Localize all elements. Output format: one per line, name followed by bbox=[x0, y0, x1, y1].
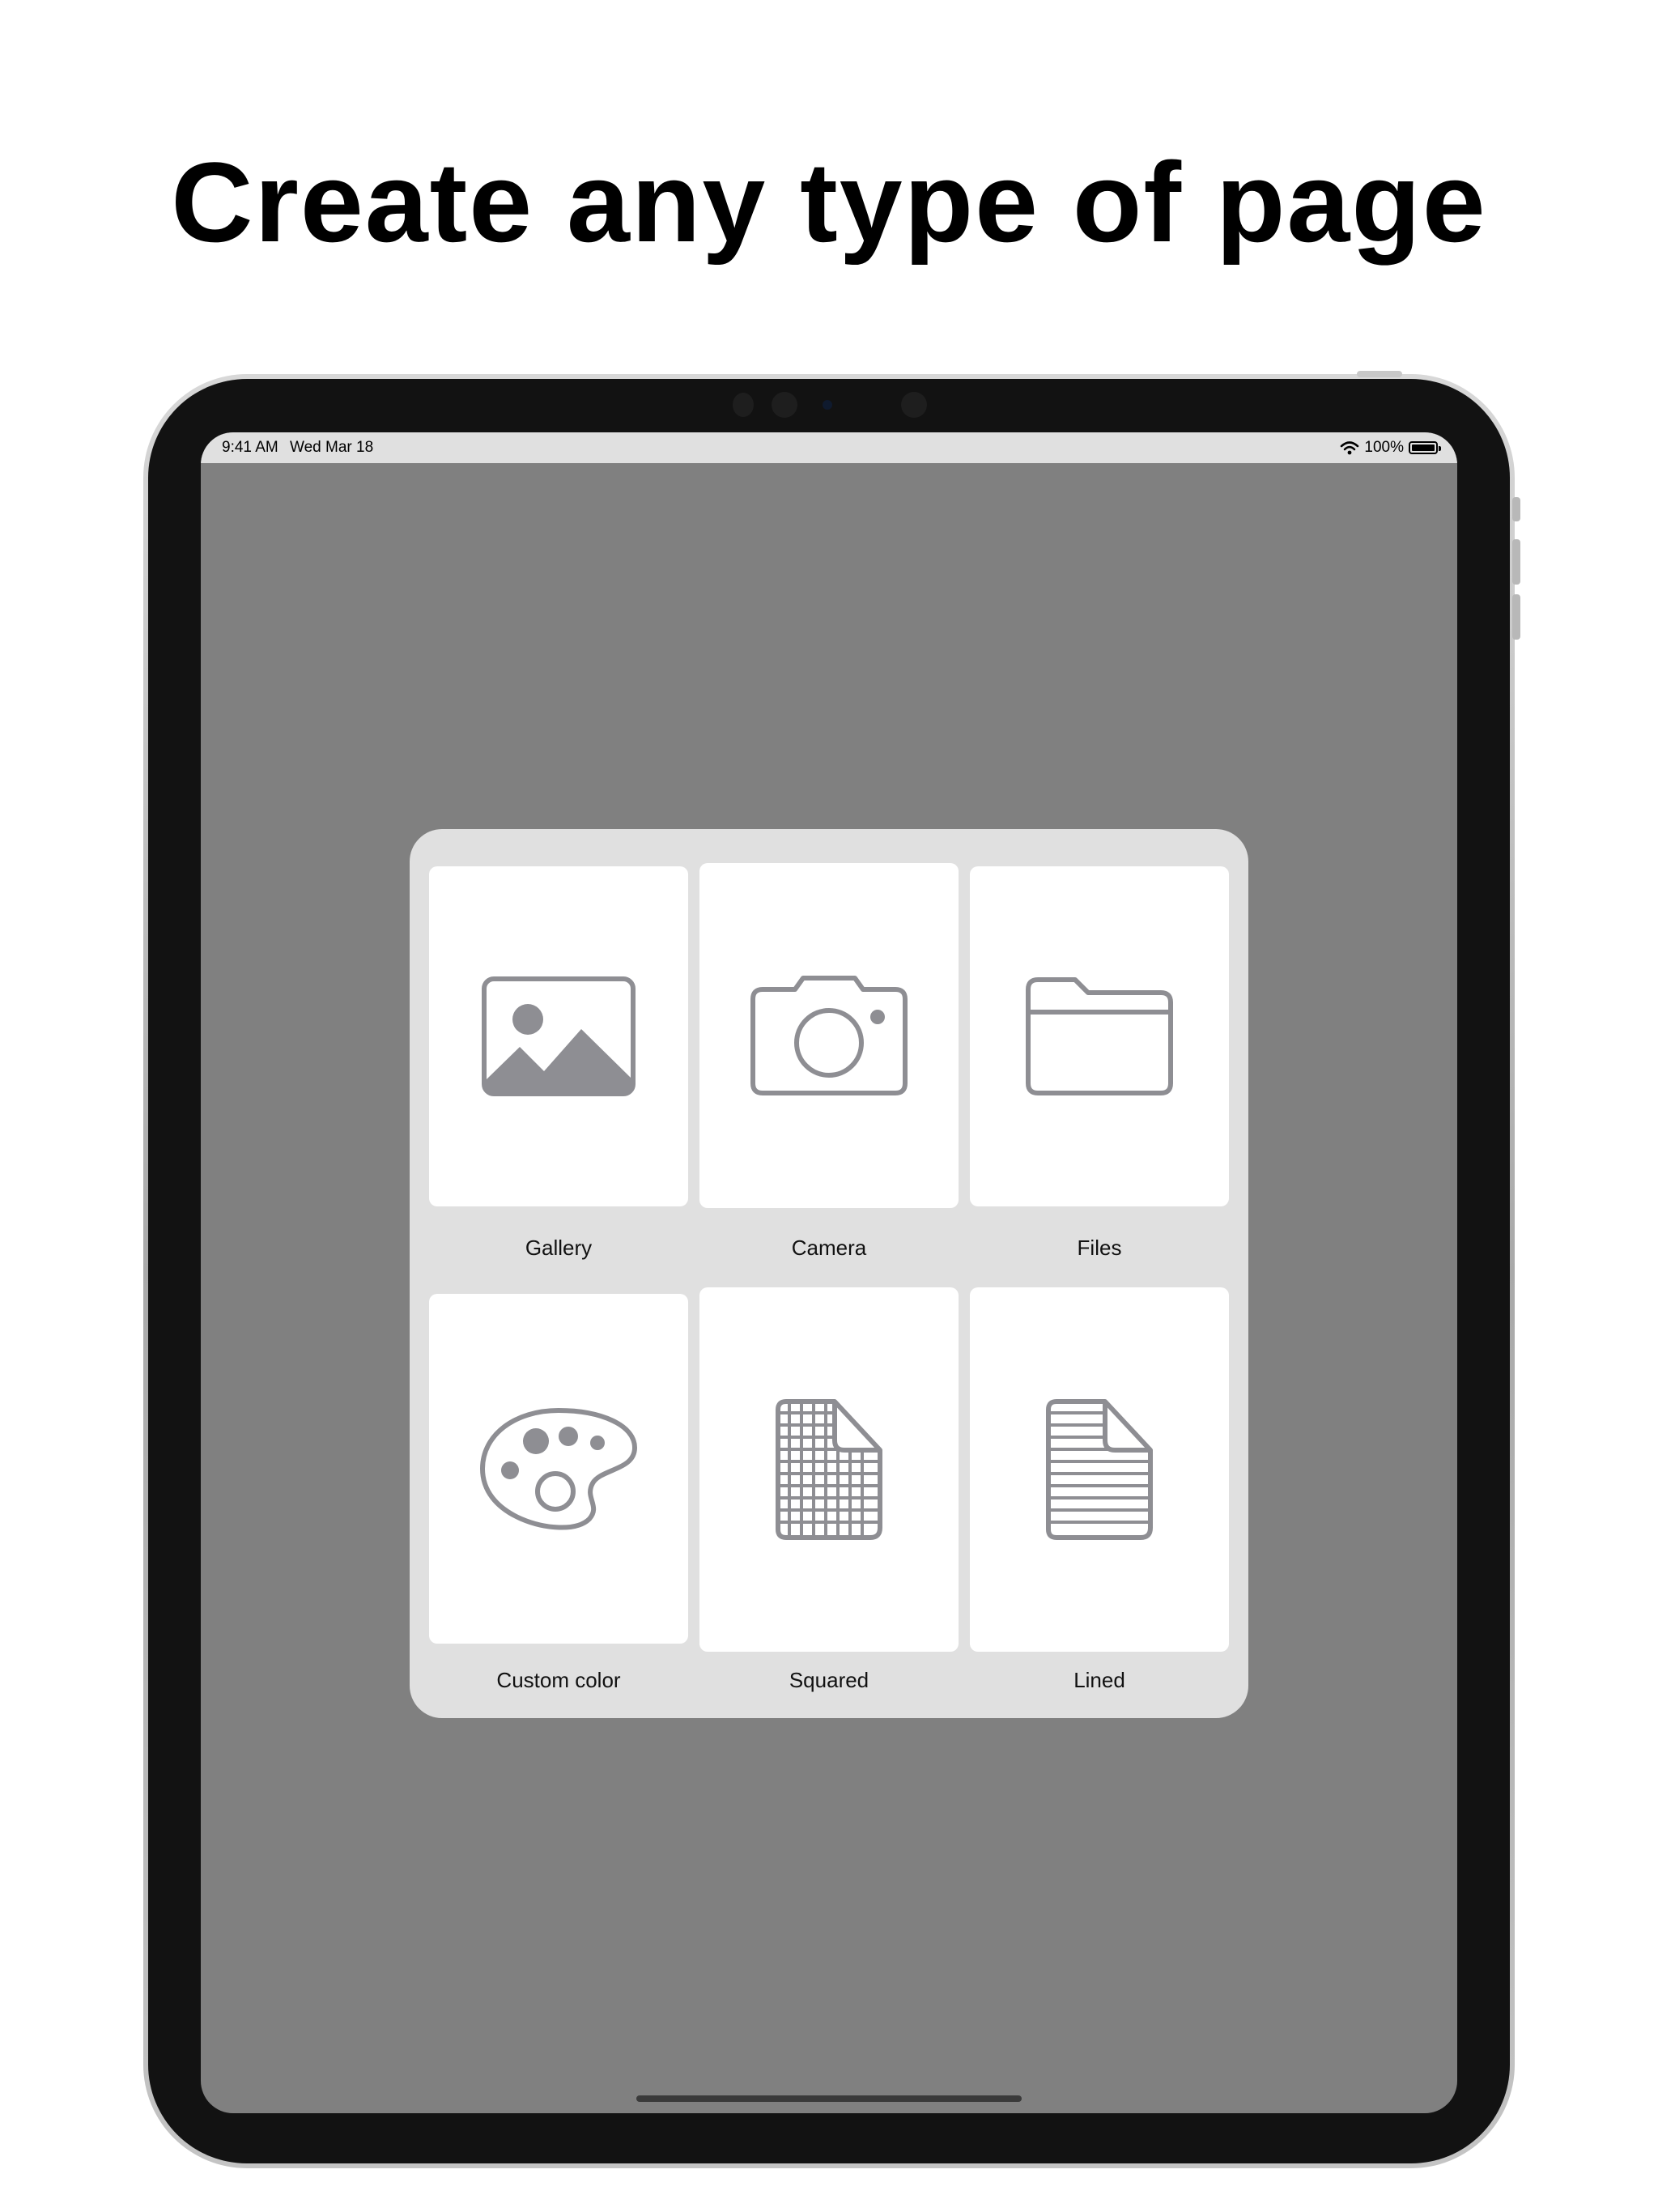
status-indicators: 100% bbox=[1340, 437, 1441, 458]
grid-paper-icon bbox=[776, 1399, 882, 1540]
camera-option[interactable] bbox=[699, 863, 959, 1208]
status-time: 9:41 AM bbox=[222, 439, 278, 456]
status-date: Wed Mar 18 bbox=[290, 439, 374, 456]
folder-icon bbox=[1026, 977, 1173, 1095]
battery-icon bbox=[1409, 441, 1441, 454]
custom-color-option[interactable] bbox=[429, 1294, 688, 1644]
home-indicator[interactable] bbox=[636, 2095, 1022, 2102]
palette-icon bbox=[480, 1408, 637, 1530]
squared-option[interactable] bbox=[699, 1287, 959, 1652]
custom-color-label: Custom color bbox=[496, 1668, 621, 1692]
lined-label: Lined bbox=[1073, 1668, 1125, 1692]
photo-icon bbox=[482, 976, 636, 1096]
volume-up-button bbox=[1512, 539, 1520, 585]
files-option[interactable] bbox=[970, 866, 1229, 1206]
side-button bbox=[1512, 497, 1520, 521]
sensor-dot bbox=[901, 392, 927, 418]
wifi-icon bbox=[1341, 441, 1359, 455]
top-button bbox=[1357, 371, 1402, 377]
lined-option[interactable] bbox=[970, 1287, 1229, 1652]
squared-label: Squared bbox=[789, 1668, 869, 1692]
files-label: Files bbox=[1077, 1236, 1122, 1260]
page-type-picker: Gallery Camera Files Custom color Square… bbox=[410, 829, 1248, 1718]
volume-down-button bbox=[1512, 594, 1520, 640]
battery-percent: 100% bbox=[1364, 439, 1404, 456]
sensor-dot bbox=[772, 392, 797, 418]
lined-paper-icon bbox=[1046, 1399, 1153, 1540]
gallery-option[interactable] bbox=[429, 866, 688, 1206]
headline: Create any type of page bbox=[171, 138, 1487, 266]
camera-label: Camera bbox=[791, 1236, 867, 1260]
gallery-label: Gallery bbox=[525, 1236, 593, 1260]
sensor-dot bbox=[733, 393, 754, 417]
status-bar: 9:41 AM Wed Mar 18 100% bbox=[201, 432, 1457, 463]
camera-icon bbox=[750, 976, 908, 1095]
front-camera-icon bbox=[823, 400, 832, 410]
